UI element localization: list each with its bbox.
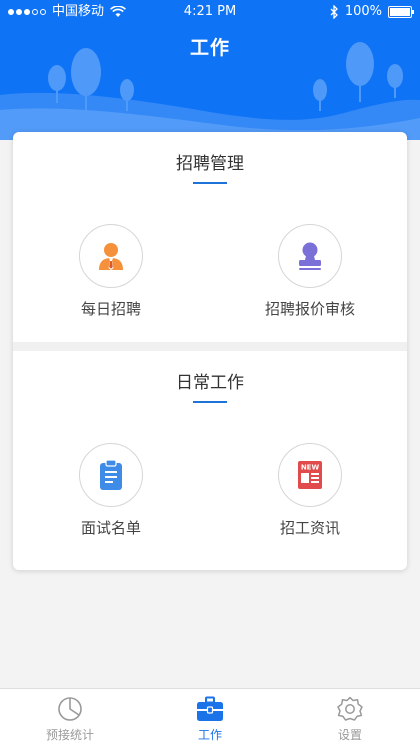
gear-icon	[337, 696, 363, 721]
battery-icon	[388, 6, 414, 18]
header: 中国移动 4:21 PM 100% 工作	[0, 0, 420, 140]
tab-label: 预接统计	[45, 728, 94, 742]
icon-circle	[278, 224, 342, 288]
battery-percent: 100%	[344, 4, 382, 19]
tab-settings[interactable]: 设置	[280, 689, 420, 748]
section-daily-work: 日常工作 面试名单 NEW 招工资讯	[13, 351, 407, 561]
icon-circle	[79, 224, 143, 288]
item-label: 招聘报价审核	[264, 300, 355, 318]
daily-recruitment-button[interactable]: 每日招聘	[21, 224, 201, 319]
news-icon: NEW	[298, 461, 322, 489]
briefcase-icon	[197, 696, 223, 721]
section-divider	[13, 342, 407, 351]
section-title: 日常工作	[176, 373, 244, 393]
icon-circle: NEW	[278, 443, 342, 507]
section-recruitment: 招聘管理 每日招聘 招聘报价审核	[13, 132, 407, 342]
item-label: 招工资讯	[279, 519, 340, 537]
status-right: 100%	[330, 0, 414, 24]
section-title: 招聘管理	[176, 154, 244, 174]
recruitment-quote-review-button[interactable]: 招聘报价审核	[220, 224, 400, 319]
tab-statistics[interactable]: 预接统计	[0, 689, 140, 748]
item-label: 面试名单	[80, 519, 141, 537]
stamp-icon	[299, 242, 321, 270]
section-underline	[193, 401, 227, 403]
item-label: 每日招聘	[80, 300, 141, 318]
status-bar: 中国移动 4:21 PM 100%	[0, 0, 420, 24]
page-title: 工作	[189, 37, 230, 59]
news-icon-text: NEW	[301, 464, 320, 472]
tab-bar: 预接统计 工作 设置	[0, 688, 420, 748]
recruiter-person-icon	[99, 243, 123, 270]
tab-label: 工作	[197, 728, 222, 742]
icon-circle	[79, 443, 143, 507]
interview-list-button[interactable]: 面试名单	[21, 443, 201, 538]
tab-work[interactable]: 工作	[140, 689, 280, 748]
recruitment-news-button[interactable]: NEW 招工资讯	[220, 443, 400, 538]
section-underline	[193, 182, 227, 184]
tab-label: 设置	[337, 728, 362, 742]
clipboard-icon	[100, 459, 122, 490]
pie-chart-icon	[58, 697, 82, 721]
work-card: 招聘管理 每日招聘 招聘报价审核 日常工作 面试名单 NEW 招工资讯	[13, 132, 407, 570]
bluetooth-icon	[330, 5, 338, 19]
